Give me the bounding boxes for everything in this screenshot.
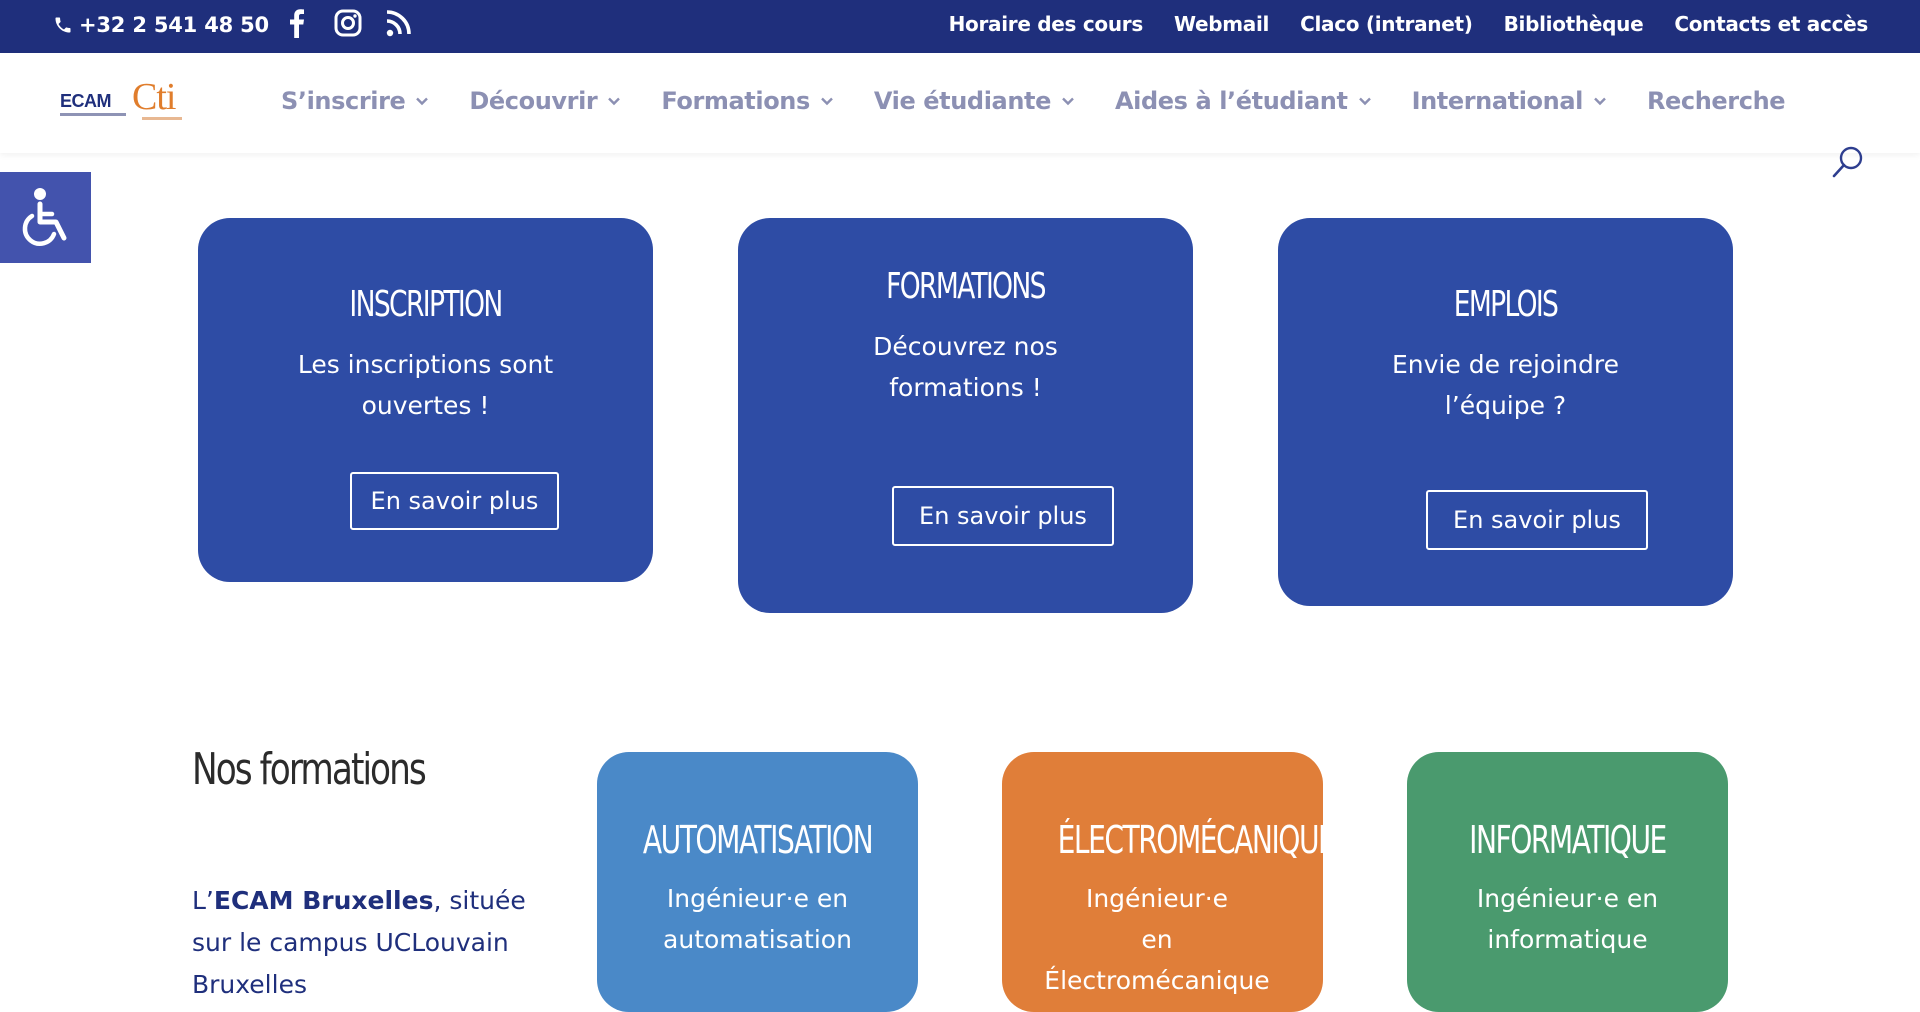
formation-text-line: en — [1141, 925, 1173, 954]
formation-card-automatisation[interactable]: AUTOMATISATION Ingénieur·e en automatisa… — [597, 752, 918, 1012]
link-contacts[interactable]: Contacts et accès — [1674, 12, 1868, 36]
formation-text: Ingénieur·e en Électromécanique — [1042, 878, 1272, 1001]
nav-label: Vie étudiante — [873, 87, 1051, 115]
intro-line: sur le campus UCLouvain — [192, 928, 509, 957]
card-text-line: l’équipe ? — [1444, 391, 1567, 420]
search-icon[interactable] — [1831, 145, 1865, 179]
formation-text-line: Ingénieur·e en — [666, 884, 849, 913]
formation-text: Ingénieur·e en automatisation — [597, 878, 918, 960]
instagram-icon[interactable] — [334, 8, 362, 38]
formation-text-line: Ingénieur·e en — [1476, 884, 1659, 913]
en-savoir-plus-button[interactable]: En savoir plus — [350, 472, 559, 530]
rss-icon[interactable] — [385, 8, 413, 38]
accessibility-button[interactable] — [0, 172, 91, 263]
wheelchair-icon — [22, 187, 66, 246]
section-intro: L’ECAM Bruxelles, située sur le campus U… — [192, 880, 532, 1006]
card-text-line: Découvrez nos — [873, 332, 1058, 361]
top-bar: +32 2 541 48 50 Horaire des cours Webmai… — [0, 0, 1920, 53]
nav-label: Aides à l’étudiant — [1114, 87, 1348, 115]
card-title: FORMATIONS — [886, 266, 1046, 307]
nav-recherche[interactable]: Recherche — [1646, 87, 1786, 115]
formation-text-line: automatisation — [663, 925, 852, 954]
card-title: EMPLOIS — [1453, 284, 1559, 325]
nav-formations[interactable]: Formations — [661, 87, 834, 115]
formation-title: AUTOMATISATION — [642, 818, 874, 862]
chevron-down-icon — [1062, 97, 1074, 106]
intro-bold: ECAM Bruxelles — [213, 886, 434, 915]
chevron-down-icon — [1594, 97, 1606, 106]
card-text-line: ouvertes ! — [361, 391, 490, 420]
en-savoir-plus-button[interactable]: En savoir plus — [892, 486, 1114, 546]
card-text: Les inscriptions sont ouvertes ! — [248, 344, 603, 426]
nav-international[interactable]: International — [1412, 87, 1607, 115]
formation-card-electromecanique[interactable]: ÉLECTROMÉCANIQUE Ingénieur·e en Électrom… — [1002, 752, 1336, 1012]
chevron-down-icon — [608, 97, 621, 106]
logo-ecam-tagline — [60, 113, 126, 116]
nav-vie-etudiante[interactable]: Vie étudiante — [874, 87, 1075, 115]
facebook-icon[interactable] — [287, 8, 305, 38]
nav-label: Recherche — [1646, 87, 1786, 115]
logo-ecam: ECAM — [60, 91, 112, 111]
main-nav: S’inscrire Découvrir Formations Vie étud… — [281, 53, 1786, 149]
card-formations: FORMATIONS Découvrez nos formations ! En… — [738, 218, 1193, 613]
nav-label: International — [1411, 87, 1584, 115]
link-bibliotheque[interactable]: Bibliothèque — [1504, 12, 1644, 36]
en-savoir-plus-button[interactable]: En savoir plus — [1426, 490, 1648, 550]
link-webmail[interactable]: Webmail — [1174, 12, 1269, 36]
formation-text-line: informatique — [1487, 925, 1648, 954]
card-inscription: INSCRIPTION Les inscriptions sont ouvert… — [198, 218, 653, 582]
nav-label: S’inscrire — [281, 87, 406, 115]
ecam-cti-logo[interactable]: ECAM Cti — [60, 76, 186, 129]
nav-label: Découvrir — [469, 87, 598, 115]
formation-text-line: Ingénieur·e — [1085, 884, 1229, 913]
link-horaire[interactable]: Horaire des cours — [949, 12, 1144, 36]
intro-line: L’ECAM Bruxelles, située — [192, 880, 532, 922]
formation-text: Ingénieur·e en informatique — [1407, 878, 1728, 960]
phone-link[interactable]: +32 2 541 48 50 — [53, 0, 269, 50]
nav-decouvrir[interactable]: Découvrir — [469, 87, 621, 115]
formation-text-line: Électromécanique — [1044, 966, 1270, 995]
card-text-line: Envie de rejoindre — [1391, 350, 1620, 379]
top-links: Horaire des cours Webmail Claco (intrane… — [949, 0, 1869, 48]
formation-title: ÉLECTROMÉCANIQUE — [1057, 818, 1336, 862]
card-text: Découvrez nos formations ! — [788, 326, 1143, 408]
formation-title: INFORMATIQUE — [1469, 818, 1667, 862]
card-text: Envie de rejoindre l’équipe ? — [1328, 344, 1683, 426]
main-header: ECAM Cti S’inscrire Découvrir Formations… — [0, 53, 1920, 153]
phone-icon — [55, 17, 71, 33]
formation-card-informatique[interactable]: INFORMATIQUE Ingénieur·e en informatique — [1407, 752, 1728, 1012]
phone-number: +32 2 541 48 50 — [79, 13, 269, 37]
intro-rest: , située — [433, 886, 526, 915]
logo-cti: Cti — [132, 76, 176, 118]
intro-prefix: L’ — [192, 886, 214, 915]
chevron-down-icon — [821, 97, 833, 106]
intro-line: Bruxelles — [192, 970, 307, 999]
section-title: Nos formations — [192, 744, 427, 795]
card-text-line: formations ! — [889, 373, 1042, 402]
card-emplois: EMPLOIS Envie de rejoindre l’équipe ? En… — [1278, 218, 1733, 606]
card-text-line: Les inscriptions sont — [297, 350, 554, 379]
nav-label: Formations — [661, 87, 810, 115]
logo-cti-tagline — [142, 117, 182, 120]
nav-sinscrire[interactable]: S’inscrire — [281, 87, 429, 115]
link-claco[interactable]: Claco (intranet) — [1300, 12, 1473, 36]
nav-aides[interactable]: Aides à l’étudiant — [1115, 87, 1372, 115]
chevron-down-icon — [416, 97, 429, 106]
card-title: INSCRIPTION — [349, 284, 503, 325]
chevron-down-icon — [1358, 97, 1371, 106]
